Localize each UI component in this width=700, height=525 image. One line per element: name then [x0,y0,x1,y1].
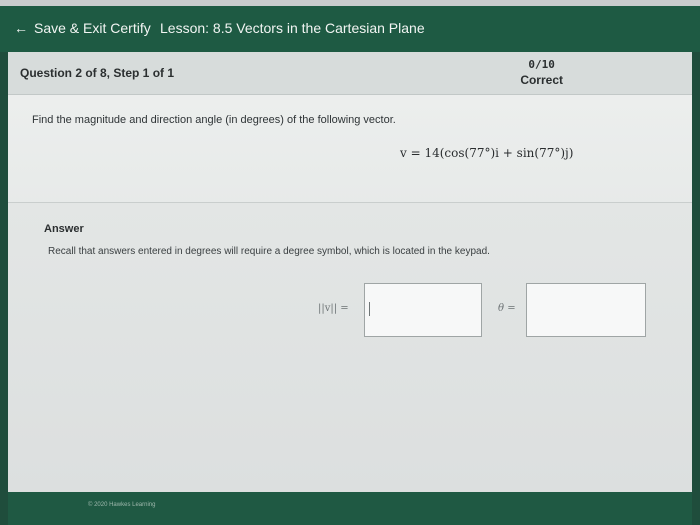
lesson-title: Lesson: 8.5 Vectors in the Cartesian Pla… [160,20,425,36]
score-value: 0/10 [528,58,555,71]
copyright-text: © 2020 Hawkes Learning [88,502,156,508]
question-title: Question 2 of 8, Step 1 of 1 [20,66,175,80]
footer-bar: © 2020 Hawkes Learning [8,492,692,525]
degree-hint: Recall that answers entered in degrees w… [48,246,490,257]
score-badge: 0/10 Correct [520,58,563,87]
answer-heading: Answer [44,223,84,235]
magnitude-input[interactable] [364,283,482,337]
save-exit-label: Save & Exit Certify [34,20,151,36]
back-arrow-icon: ← [14,20,28,36]
magnitude-label: ||v|| = [318,303,349,314]
vector-equation: v = 14(cos(77°)i + sin(77°)j) [400,146,574,160]
save-exit-button[interactable]: ← Save & Exit Certify [14,20,151,36]
text-caret [369,302,370,316]
angle-label: θ = [498,303,516,314]
question-panel: Question 2 of 8, Step 1 of 1 0/10 Correc… [8,52,692,492]
question-header: Question 2 of 8, Step 1 of 1 0/10 Correc… [8,52,692,95]
angle-input[interactable] [526,283,646,337]
score-status: Correct [520,73,563,87]
question-prompt: Find the magnitude and direction angle (… [32,114,396,126]
top-navigation-bar: ← Save & Exit Certify Lesson: 8.5 Vector… [0,6,700,52]
answer-section: Answer Recall that answers entered in de… [8,203,692,492]
